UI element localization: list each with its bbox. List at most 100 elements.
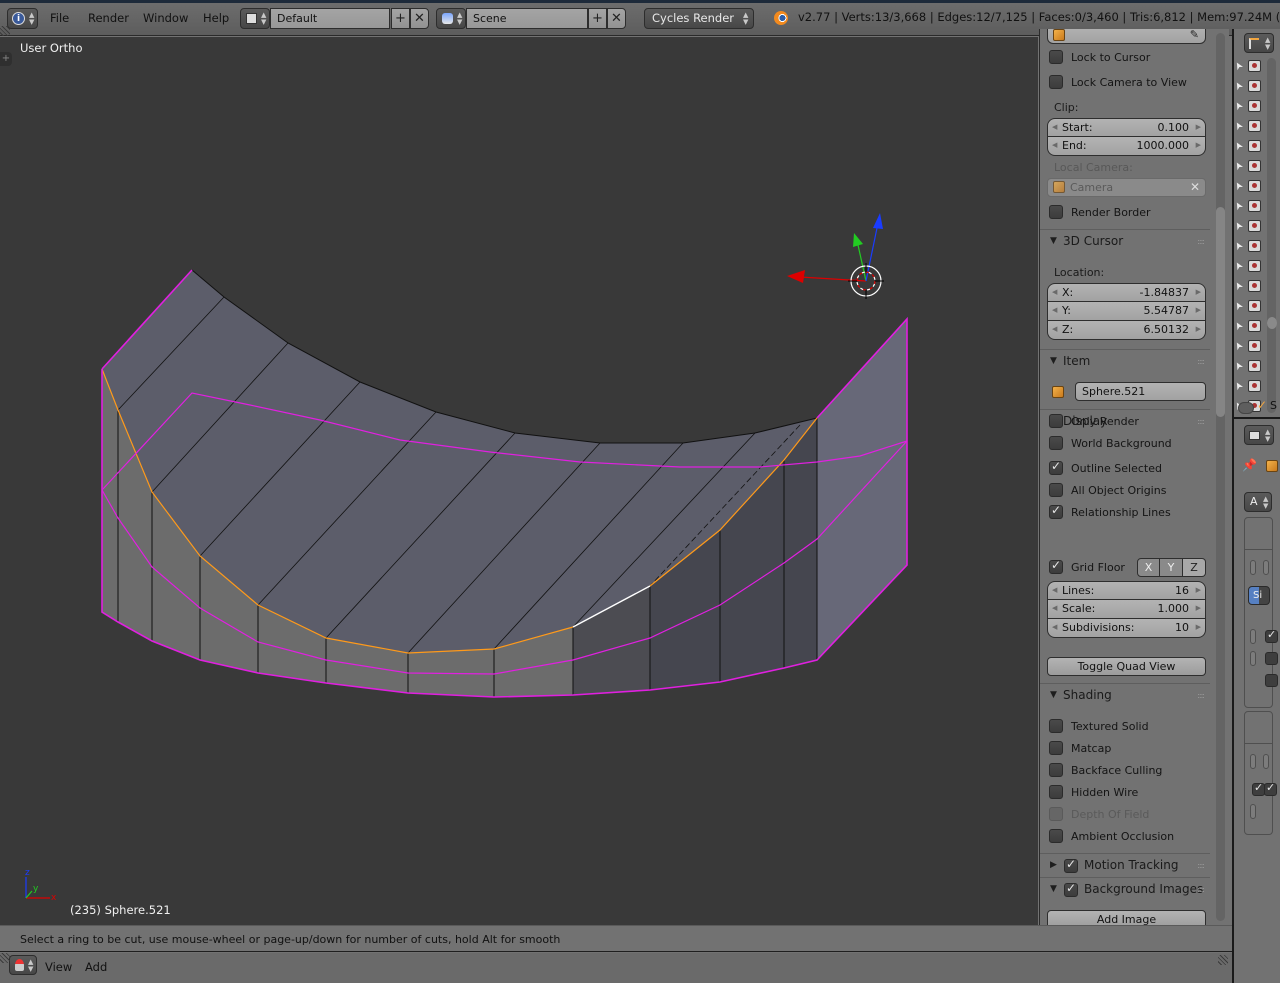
decrement-arrow-icon[interactable]: ◀ (1052, 321, 1057, 338)
lock-to-cursor-checkbox[interactable] (1049, 50, 1063, 64)
selectable-cursor-icon[interactable]: ➤ (1232, 139, 1246, 152)
grid-lines-field[interactable]: ◀ Lines: 16 ▶ (1047, 581, 1206, 600)
selectable-cursor-icon[interactable]: ➤ (1232, 259, 1246, 272)
toggle-pill[interactable] (1250, 560, 1256, 575)
area-resize-handle[interactable] (0, 953, 10, 963)
renderable-camera-icon[interactable] (1248, 80, 1261, 92)
selectable-cursor-icon[interactable]: ➤ (1232, 59, 1246, 72)
mesh-canvas[interactable]: z y x (0, 37, 1038, 925)
outliner-row[interactable]: ➤ (1232, 77, 1264, 97)
selectable-cursor-icon[interactable]: ➤ (1232, 359, 1246, 372)
remove-scene-button[interactable]: ✕ (607, 8, 626, 29)
x-axis-arrow-icon[interactable] (787, 270, 805, 283)
renderable-camera-icon[interactable] (1248, 200, 1261, 212)
shading-option-checkbox[interactable] (1049, 719, 1063, 733)
menu-window[interactable]: Window (143, 9, 188, 28)
renderable-camera-icon[interactable] (1248, 160, 1261, 172)
selectable-cursor-icon[interactable]: ➤ (1232, 159, 1246, 172)
toggle-quad-view-button[interactable]: Toggle Quad View (1047, 657, 1206, 676)
clip-end-field[interactable]: ◀ End: 1000.000 ▶ (1047, 137, 1206, 156)
editor-type-button[interactable]: i ▲ ▼ (7, 8, 38, 29)
drag-grip-icon[interactable]: :::: (1197, 691, 1205, 700)
outliner-row[interactable]: ➤ (1232, 137, 1264, 157)
motion-tracking-checkbox[interactable] (1064, 857, 1078, 873)
increment-arrow-icon[interactable]: ▶ (1196, 284, 1201, 301)
outliner-row[interactable]: ➤ (1232, 177, 1264, 197)
decrement-arrow-icon[interactable]: ◀ (1052, 119, 1057, 136)
display-option-checkbox[interactable] (1049, 414, 1063, 428)
local-camera-field[interactable]: Camera ✕ (1047, 178, 1206, 197)
drag-grip-icon[interactable]: :::: (1197, 417, 1205, 426)
selectable-cursor-icon[interactable]: ➤ (1232, 299, 1246, 312)
increment-arrow-icon[interactable]: ▶ (1196, 600, 1201, 617)
layout-name-field[interactable]: Default (270, 8, 390, 29)
y-axis-arrow-icon[interactable] (853, 233, 863, 247)
outliner-row[interactable]: ➤ (1232, 337, 1264, 357)
toggle-pill[interactable] (1263, 754, 1269, 769)
outliner-row[interactable]: ➤ (1232, 297, 1264, 317)
add-scene-button[interactable]: + (588, 8, 607, 29)
outliner-scrollbar[interactable] (1267, 58, 1276, 413)
eyedropper-icon[interactable]: ✎ (1190, 29, 1199, 43)
panel-header-3d-cursor[interactable]: ▼ 3D Cursor :::: (1040, 229, 1210, 253)
add-layout-button[interactable]: + (391, 8, 410, 29)
display-option-checkbox[interactable] (1049, 459, 1063, 475)
lock-camera-to-view-checkbox[interactable] (1049, 75, 1063, 89)
renderable-camera-icon[interactable] (1248, 340, 1261, 352)
properties-editor-type-button[interactable]: ▲ ▼ (1244, 425, 1274, 445)
grid-axis-y-toggle[interactable]: Y (1160, 558, 1183, 577)
cursor-x-field[interactable]: ◀ X: -1.84837 ▶ (1047, 283, 1206, 302)
render-engine-dropdown[interactable]: Cycles Render ▲ ▼ (644, 8, 754, 29)
decrement-arrow-icon[interactable]: ◀ (1052, 137, 1057, 154)
outliner-row[interactable]: ➤ (1232, 197, 1264, 217)
shading-option-checkbox[interactable] (1049, 763, 1063, 777)
outliner-row[interactable]: ➤ (1232, 97, 1264, 117)
increment-arrow-icon[interactable]: ▶ (1196, 321, 1201, 338)
toggle-pill[interactable] (1263, 560, 1269, 575)
cursor-y-field[interactable]: ◀ Y: 5.54787 ▶ (1047, 302, 1206, 321)
selectable-cursor-icon[interactable]: ➤ (1232, 219, 1246, 232)
clear-icon[interactable]: ✕ (1190, 179, 1200, 196)
increment-arrow-icon[interactable]: ▶ (1196, 119, 1201, 136)
mini-checkbox[interactable] (1264, 781, 1277, 796)
display-option-checkbox[interactable] (1049, 436, 1063, 450)
mini-checkbox[interactable] (1265, 652, 1278, 665)
renderable-camera-icon[interactable] (1248, 320, 1261, 332)
selectable-cursor-icon[interactable]: ➤ (1232, 239, 1246, 252)
increment-arrow-icon[interactable]: ▶ (1196, 619, 1201, 636)
properties-scrollbar-thumb[interactable] (1216, 207, 1225, 417)
renderable-camera-icon[interactable] (1248, 260, 1261, 272)
decrement-arrow-icon[interactable]: ◀ (1052, 302, 1057, 319)
panel-header-background-images[interactable]: ▼ Background Images :::: (1040, 877, 1210, 901)
area-resize-handle[interactable] (1218, 955, 1228, 965)
display-option-checkbox[interactable] (1049, 483, 1063, 497)
outliner-row[interactable]: ➤ (1232, 257, 1264, 277)
renderable-camera-icon[interactable] (1248, 120, 1261, 132)
menu-file[interactable]: File (50, 9, 69, 28)
timeline-editor-type-button[interactable]: ▲ ▼ (9, 955, 37, 975)
drag-grip-icon[interactable]: :::: (1197, 861, 1205, 870)
selectable-cursor-icon[interactable]: ➤ (1232, 319, 1246, 332)
panel-header-motion-tracking[interactable]: ▶ Motion Tracking :::: (1040, 853, 1210, 877)
shading-option-checkbox[interactable] (1049, 785, 1063, 799)
selectable-cursor-icon[interactable]: ➤ (1232, 279, 1246, 292)
cursor-z-field[interactable]: ◀ Z: 6.50132 ▶ (1047, 321, 1206, 340)
renderable-camera-icon[interactable] (1248, 300, 1261, 312)
display-option-checkbox[interactable] (1049, 503, 1063, 519)
outliner-editor-type-button[interactable]: ▲ ▼ (1244, 33, 1274, 53)
outliner-row[interactable]: ➤ (1232, 57, 1264, 77)
selectable-cursor-icon[interactable]: ➤ (1232, 199, 1246, 212)
panel-header-shading[interactable]: ▼ Shading :::: (1040, 683, 1210, 707)
clip-start-field[interactable]: ◀ Start: 0.100 ▶ (1047, 118, 1206, 137)
grid-subdivisions-field[interactable]: ◀ Subdivisions: 10 ▶ (1047, 619, 1206, 638)
object-context-icon[interactable] (1266, 460, 1278, 472)
renderable-camera-icon[interactable] (1248, 100, 1261, 112)
properties-scrollbar[interactable] (1216, 33, 1225, 921)
z-axis-arrow-icon[interactable] (873, 213, 883, 229)
drag-grip-icon[interactable]: :::: (1197, 357, 1205, 366)
object-name-field[interactable]: Sphere.521 (1075, 382, 1206, 401)
renderable-camera-icon[interactable] (1248, 360, 1261, 372)
layout-selector-button[interactable]: ▲ ▼ (240, 8, 270, 29)
decrement-arrow-icon[interactable]: ◀ (1052, 619, 1057, 636)
decrement-arrow-icon[interactable]: ◀ (1052, 600, 1057, 617)
